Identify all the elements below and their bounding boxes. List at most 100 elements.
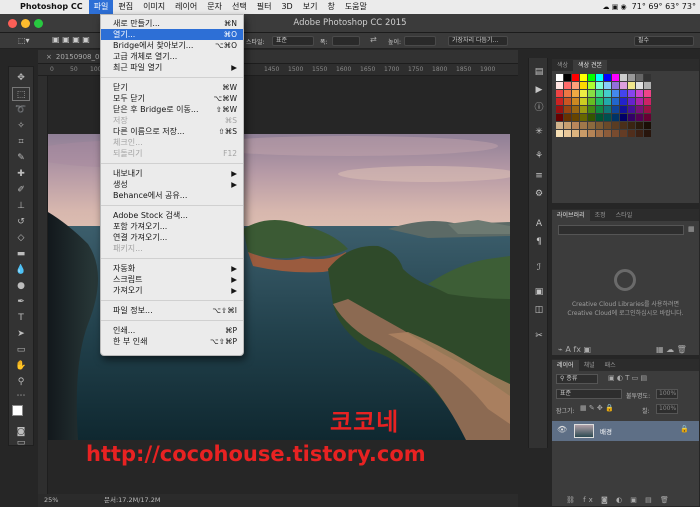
info-icon[interactable]: ⓘ — [533, 102, 545, 114]
color-swatch[interactable] — [628, 106, 635, 113]
color-swatch[interactable] — [588, 106, 595, 113]
file-menu-item[interactable]: 인쇄... ⌘P — [101, 325, 243, 336]
crop-tool-icon[interactable]: ⌗ — [12, 135, 30, 149]
file-menu-item[interactable]: 자동화 ▶ — [101, 263, 243, 274]
magic-wand-icon[interactable]: ✧ — [12, 119, 30, 133]
color-swatch[interactable] — [612, 122, 619, 129]
color-swatch[interactable] — [628, 130, 635, 137]
color-swatch[interactable] — [556, 114, 563, 121]
color-swatch[interactable] — [564, 98, 571, 105]
color-swatch[interactable] — [644, 122, 651, 129]
shape-tool-icon[interactable]: ▭ — [12, 343, 30, 357]
library-view-icon[interactable]: ▦ — [688, 225, 695, 233]
selection-mode-icons[interactable]: ▣ ▣ ▣ ▣ — [52, 35, 90, 44]
color-swatch[interactable] — [588, 130, 595, 137]
color-swatch[interactable] — [588, 114, 595, 121]
color-swatch[interactable] — [572, 106, 579, 113]
color-swatch[interactable] — [596, 90, 603, 97]
color-swatch[interactable] — [644, 82, 651, 89]
menu-filter[interactable]: 필터 — [252, 0, 277, 14]
dodge-tool-icon[interactable]: ● — [12, 279, 30, 293]
color-swatch[interactable] — [620, 82, 627, 89]
lock-icons[interactable]: ▦ ✎ ✥ 🔒 — [580, 404, 614, 412]
layer-row[interactable]: 👁 배경 🔒 — [552, 421, 699, 441]
color-swatch[interactable] — [644, 98, 651, 105]
color-swatch[interactable] — [572, 90, 579, 97]
tab-swatches[interactable]: 색상 견본 — [573, 60, 608, 71]
color-swatch[interactable] — [556, 130, 563, 137]
menu-edit[interactable]: 편집 — [113, 0, 138, 14]
quick-mask-icon[interactable]: ◙ — [12, 425, 30, 439]
marquee-tool-icon[interactable]: ⬚ — [12, 87, 30, 101]
color-swatch[interactable] — [636, 90, 643, 97]
color-swatch[interactable] — [604, 74, 611, 81]
file-menu-item[interactable]: Behance에서 공유... — [101, 190, 243, 201]
3d-icon[interactable]: ◫ — [533, 304, 545, 316]
file-menu-item[interactable]: 고급 개체로 열기... — [101, 51, 243, 62]
color-swatch[interactable] — [572, 130, 579, 137]
color-swatch[interactable] — [564, 130, 571, 137]
color-swatch[interactable] — [628, 98, 635, 105]
color-swatch[interactable] — [628, 122, 635, 129]
color-swatch[interactable] — [636, 122, 643, 129]
color-swatch[interactable] — [556, 82, 563, 89]
color-swatch[interactable] — [564, 106, 571, 113]
history-brush-icon[interactable]: ↺ — [12, 215, 30, 229]
layer-name[interactable]: 배경 — [600, 426, 612, 436]
color-swatch[interactable] — [556, 98, 563, 105]
menu-help[interactable]: 도움말 — [340, 0, 372, 14]
menu-file[interactable]: 파일 — [88, 0, 114, 14]
color-swatch[interactable] — [620, 74, 627, 81]
color-swatch[interactable] — [636, 114, 643, 121]
color-swatch[interactable] — [636, 130, 643, 137]
clone-source-icon[interactable]: ⚘ — [533, 150, 545, 162]
color-swatch[interactable] — [588, 98, 595, 105]
file-menu-item[interactable]: 가져오기 ▶ — [101, 285, 243, 296]
tab-channels[interactable]: 채널 — [579, 360, 600, 371]
zoom-tool-icon[interactable]: ⚲ — [12, 375, 30, 389]
color-swatch[interactable] — [580, 74, 587, 81]
color-swatch[interactable] — [636, 74, 643, 81]
color-swatch[interactable] — [644, 114, 651, 121]
path-select-icon[interactable]: ➤ — [12, 327, 30, 341]
color-swatch[interactable] — [644, 90, 651, 97]
history-icon[interactable]: ▤ — [533, 66, 545, 78]
character-icon[interactable]: A — [533, 218, 545, 230]
file-menu-item[interactable]: 한 부 인쇄 ⌥⇧⌘P — [101, 336, 243, 347]
library-select[interactable] — [558, 225, 684, 235]
color-swatch[interactable] — [580, 98, 587, 105]
color-swatch[interactable] — [644, 106, 651, 113]
menu-type[interactable]: 문자 — [202, 0, 227, 14]
pen-tool-icon[interactable]: ✒ — [12, 295, 30, 309]
visibility-eye-icon[interactable]: 👁 — [557, 425, 567, 434]
color-swatch[interactable] — [596, 82, 603, 89]
color-swatch[interactable] — [636, 98, 643, 105]
color-swatch[interactable] — [596, 106, 603, 113]
file-menu-item[interactable]: 연결 가져오기... — [101, 232, 243, 243]
color-swatch[interactable] — [580, 130, 587, 137]
file-menu-item[interactable]: 열기... ⌘O — [101, 29, 243, 40]
file-menu-item[interactable]: 파일 정보... ⌥⇧⌘I — [101, 305, 243, 316]
color-swatch[interactable] — [620, 106, 627, 113]
tab-libraries[interactable]: 라이브러리 — [552, 210, 590, 221]
color-swatch[interactable] — [596, 114, 603, 121]
eraser-icon[interactable]: ◇ — [12, 231, 30, 245]
paragraph-icon[interactable]: ¶ — [533, 236, 545, 248]
document-size[interactable]: 문서:17.2M/17.2M — [104, 494, 161, 507]
zoom-level[interactable]: 25% — [44, 494, 58, 507]
blur-tool-icon[interactable]: 💧 — [12, 263, 30, 277]
close-tab-icon[interactable]: × — [46, 53, 52, 61]
style-select[interactable]: 표준 — [272, 36, 314, 46]
color-swatch[interactable] — [604, 114, 611, 121]
layer-filter-icons[interactable]: ▣ ◐ T ▭ ▤ — [608, 374, 647, 382]
file-menu-item[interactable]: 닫기 ⌘W — [101, 82, 243, 93]
file-menu-item[interactable]: 내보내기 ▶ — [101, 168, 243, 179]
menu-layer[interactable]: 레이어 — [170, 0, 202, 14]
color-swatch[interactable] — [636, 106, 643, 113]
glyphs-icon[interactable]: ℐ — [533, 262, 545, 274]
file-menu-item[interactable]: 다른 이름으로 저장... ⇧⌘S — [101, 126, 243, 137]
color-swatch[interactable] — [644, 74, 651, 81]
color-swatch[interactable] — [612, 98, 619, 105]
tab-layers[interactable]: 레이어 — [552, 360, 579, 371]
file-menu-item[interactable]: 스크립트 ▶ — [101, 274, 243, 285]
